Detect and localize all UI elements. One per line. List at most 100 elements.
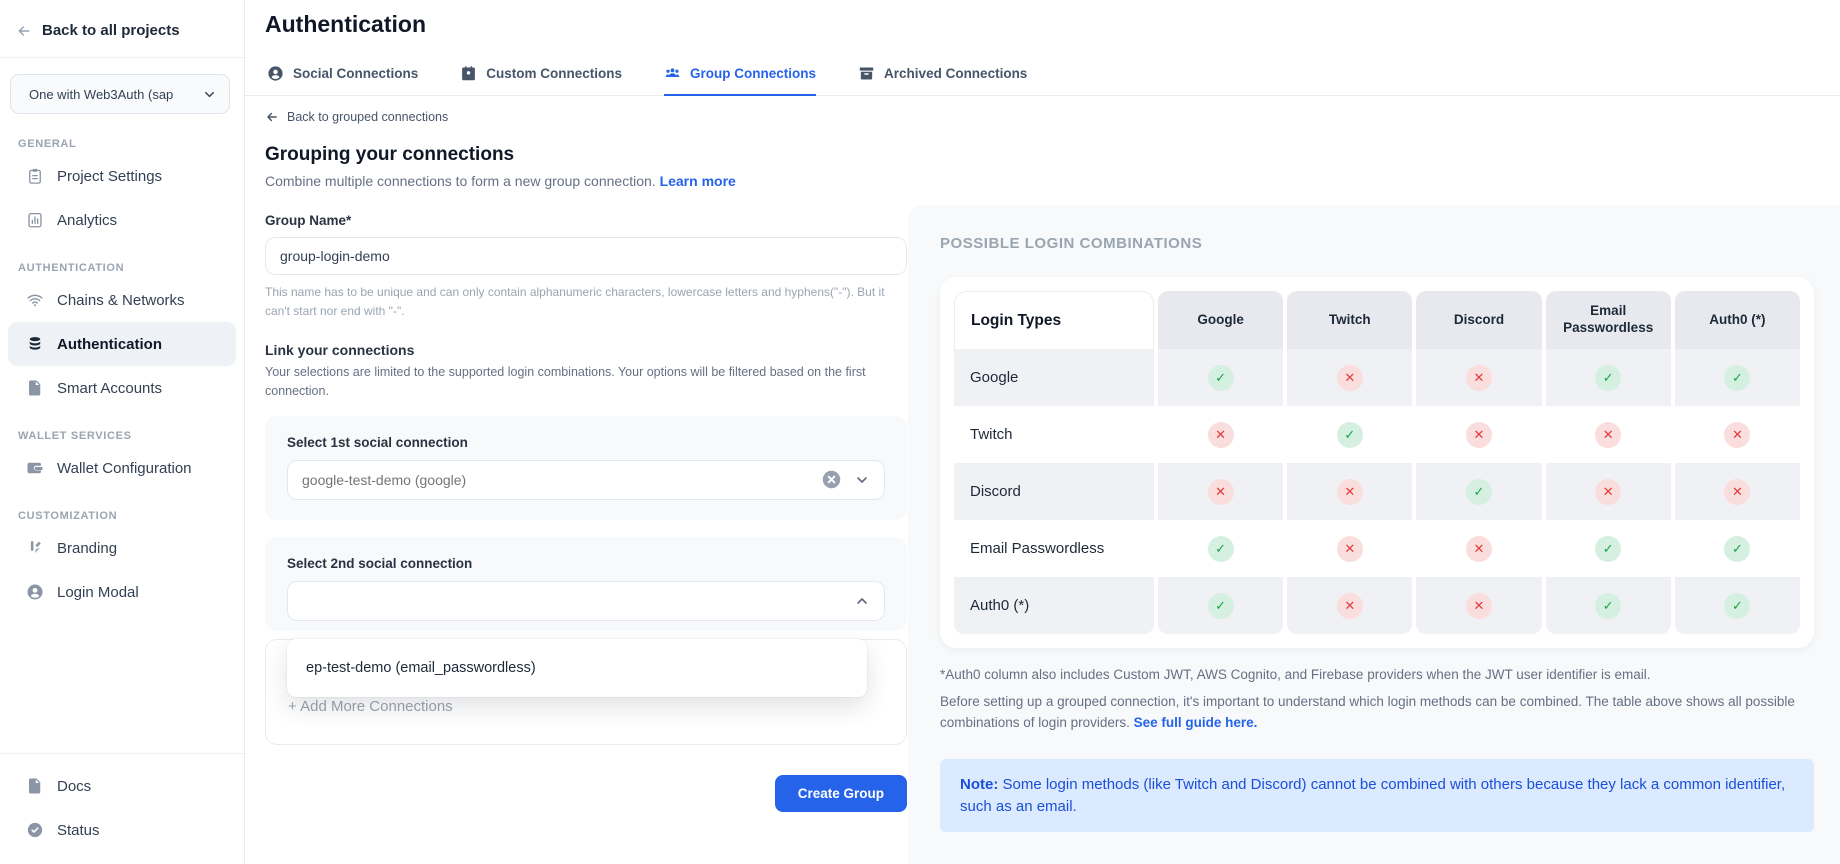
group-name-input[interactable] — [265, 237, 907, 275]
arrow-left-icon — [16, 23, 32, 39]
table-row-label: Google — [954, 349, 1154, 406]
check-icon: ✓ — [1724, 593, 1750, 619]
sidebar-item-label: Branding — [57, 540, 117, 557]
sidebar-item-chains-networks[interactable]: Chains & Networks — [8, 278, 236, 322]
main-content: Authentication Social ConnectionsCustom … — [245, 0, 1840, 864]
form-heading: Grouping your connections — [265, 144, 907, 166]
back-to-grouped-connections-link[interactable]: Back to grouped connections — [265, 110, 907, 124]
sidebar-item-label: Smart Accounts — [57, 380, 162, 397]
archive-icon — [858, 65, 875, 82]
sidebar-item-status[interactable]: Status — [8, 808, 236, 852]
table-cell: ✕ — [1675, 463, 1800, 520]
wifi-icon — [26, 291, 44, 309]
second-connection-value[interactable] — [302, 593, 854, 609]
back-to-grouped-connections-label: Back to grouped connections — [287, 110, 448, 124]
sidebar-item-project-settings[interactable]: Project Settings — [8, 154, 236, 198]
sidebar-section-label: CUSTOMIZATION — [0, 490, 244, 526]
cross-icon: ✕ — [1337, 593, 1363, 619]
table-cell: ✓ — [1158, 349, 1283, 406]
cross-icon: ✕ — [1337, 479, 1363, 505]
full-guide-link[interactable]: See full guide here. — [1134, 715, 1258, 730]
note-text: Some login methods (like Twitch and Disc… — [960, 776, 1785, 815]
sidebar-item-analytics[interactable]: Analytics — [8, 198, 236, 242]
learn-more-link[interactable]: Learn more — [660, 173, 736, 189]
first-connection-value[interactable] — [302, 472, 821, 488]
table-cell: ✕ — [1546, 406, 1671, 463]
status-icon — [26, 821, 44, 839]
sidebar-item-smart-accounts[interactable]: Smart Accounts — [8, 366, 236, 410]
sidebar-section-label: WALLET SERVICES — [0, 410, 244, 446]
table-corner-login-types: Login Types — [954, 291, 1154, 349]
table-cell: ✕ — [1287, 349, 1412, 406]
table-cell: ✕ — [1287, 520, 1412, 577]
tab-label: Social Connections — [293, 66, 418, 81]
project-selector[interactable]: One with Web3Auth (sap — [10, 74, 230, 114]
sidebar-divider — [0, 57, 244, 58]
table-cell: ✓ — [1675, 520, 1800, 577]
cross-icon: ✕ — [1466, 536, 1492, 562]
combinations-table: Login TypesGoogleTwitchDiscordEmail Pass… — [954, 291, 1800, 634]
sidebar-footer: Docs Status — [0, 753, 244, 864]
clear-selection-icon[interactable] — [821, 469, 842, 490]
login-combinations-panel: POSSIBLE LOGIN COMBINATIONS Login TypesG… — [908, 205, 1840, 864]
cross-icon: ✕ — [1724, 422, 1750, 448]
table-cell: ✕ — [1416, 349, 1541, 406]
sidebar-item-authentication[interactable]: Authentication — [8, 322, 236, 366]
stack-icon — [26, 335, 44, 353]
clipboard-icon — [26, 167, 44, 185]
sidebar-item-label: Wallet Configuration — [57, 460, 192, 477]
sidebar-item-docs[interactable]: Docs — [8, 764, 236, 808]
first-connection-select[interactable] — [287, 460, 885, 500]
brush-icon — [26, 539, 44, 557]
sidebar-item-wallet-configuration[interactable]: Wallet Configuration — [8, 446, 236, 490]
user-circle-icon — [26, 583, 44, 601]
sidebar-item-label: Project Settings — [57, 168, 162, 185]
table-cell: ✕ — [1158, 463, 1283, 520]
tab-archived-connections[interactable]: Archived Connections — [858, 53, 1027, 96]
document-icon — [26, 379, 44, 397]
table-row-label: Discord — [954, 463, 1154, 520]
back-to-projects-link[interactable]: Back to all projects — [0, 0, 244, 57]
combinations-heading: POSSIBLE LOGIN COMBINATIONS — [940, 235, 1814, 252]
first-connection-card: Select 1st social connection — [265, 416, 907, 520]
sidebar-item-label: Docs — [57, 778, 91, 795]
table-cell: ✓ — [1158, 520, 1283, 577]
cross-icon: ✕ — [1724, 479, 1750, 505]
sidebar-item-branding[interactable]: Branding — [8, 526, 236, 570]
cross-icon: ✕ — [1595, 422, 1621, 448]
chevron-up-icon — [854, 593, 870, 609]
tab-label: Group Connections — [690, 66, 816, 81]
cross-icon: ✕ — [1337, 365, 1363, 391]
check-icon: ✓ — [1724, 365, 1750, 391]
table-cell: ✓ — [1675, 577, 1800, 634]
table-column-header: Discord — [1416, 291, 1541, 349]
table-column-header: Email Passwordless — [1546, 291, 1671, 349]
chevron-down-icon — [202, 87, 217, 102]
id-badge-icon — [460, 65, 477, 82]
second-connection-card: Select 2nd social connection ep-test-dem… — [265, 537, 907, 631]
sidebar-section-label: AUTHENTICATION — [0, 242, 244, 278]
tab-social-connections[interactable]: Social Connections — [267, 53, 418, 96]
wallet-icon — [26, 459, 44, 477]
note-box: Note: Some login methods (like Twitch an… — [940, 759, 1814, 833]
tab-label: Custom Connections — [486, 66, 622, 81]
tab-custom-connections[interactable]: Custom Connections — [460, 53, 622, 96]
tab-bar: Social Connections Custom Connections Grou… — [245, 53, 1840, 96]
check-icon: ✓ — [1337, 422, 1363, 448]
tab-group-connections[interactable]: Group Connections — [664, 53, 816, 96]
connection-dropdown: ep-test-demo (email_passwordless) — [287, 639, 867, 697]
table-cell: ✕ — [1287, 463, 1412, 520]
second-connection-select[interactable] — [287, 581, 885, 621]
sidebar-item-login-modal[interactable]: Login Modal — [8, 570, 236, 614]
cross-icon: ✕ — [1466, 593, 1492, 619]
create-group-button[interactable]: Create Group — [775, 775, 907, 812]
sidebar-item-label: Login Modal — [57, 584, 139, 601]
table-row-label: Twitch — [954, 406, 1154, 463]
dropdown-option[interactable]: ep-test-demo (email_passwordless) — [287, 639, 867, 697]
table-cell: ✕ — [1675, 406, 1800, 463]
table-cell: ✓ — [1546, 349, 1671, 406]
sidebar-item-label: Chains & Networks — [57, 292, 185, 309]
check-icon: ✓ — [1595, 365, 1621, 391]
note-label: Note: — [960, 776, 998, 793]
table-cell: ✕ — [1416, 520, 1541, 577]
